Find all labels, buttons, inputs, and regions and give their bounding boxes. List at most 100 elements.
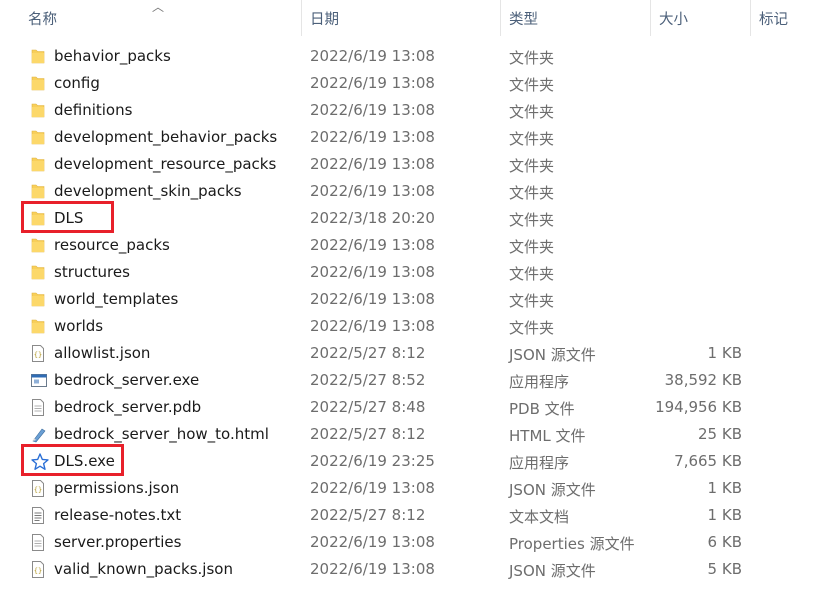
column-header-type[interactable]: 类型: [509, 8, 538, 29]
file-type: 文件夹: [509, 157, 555, 175]
file-name: development_resource_packs: [54, 155, 277, 173]
folder-row[interactable]: structures 2022/6/19 13:08 文件夹: [0, 259, 822, 286]
file-type: 文件夹: [509, 319, 555, 337]
file-row[interactable]: DLS.exe 2022/6/19 23:25 应用程序 7,665 KB: [0, 444, 822, 476]
folder-icon: [31, 264, 45, 281]
file-name: development_behavior_packs: [54, 128, 278, 146]
file-size: 1 KB: [707, 344, 742, 362]
file-type: JSON 源文件: [509, 481, 596, 499]
file-type: JSON 源文件: [509, 562, 596, 580]
file-name: development_skin_packs: [54, 182, 242, 200]
file-size: 25 KB: [698, 425, 742, 443]
column-header-bar: ︿ 名称 日期 类型 大小 标记: [0, 0, 822, 36]
file-row[interactable]: bedrock_server.exe 2022/5/27 8:52 应用程序 38,5…: [0, 367, 822, 394]
file-type: 文件夹: [509, 76, 555, 94]
file-type: 文件夹: [509, 265, 555, 283]
file-type: 应用程序: [509, 373, 570, 391]
document-icon: [31, 399, 45, 416]
file-date: 2022/6/19 13:08: [310, 182, 435, 200]
folder-icon: [31, 291, 45, 308]
column-divider[interactable]: [301, 0, 302, 36]
sort-ascending-icon[interactable]: ︿: [152, 0, 164, 15]
file-row[interactable]: {} valid_known_packs.json 2022/6/19 13:08 J…: [0, 556, 822, 583]
column-header-tags[interactable]: 标记: [759, 8, 788, 29]
file-type: 文件夹: [509, 49, 555, 67]
file-row[interactable]: bedrock_server.pdb 2022/5/27 8:48 PDB 文件 19…: [0, 394, 822, 421]
file-type: 文件夹: [509, 130, 555, 148]
folder-icon: [31, 318, 45, 335]
file-type: 文件夹: [509, 238, 555, 256]
file-date: 2022/6/19 13:08: [310, 47, 435, 65]
column-header-name[interactable]: 名称: [28, 8, 57, 29]
file-row[interactable]: {} allowlist.json 2022/5/27 8:12 JSON 源文件 1 …: [0, 340, 822, 367]
file-name: permissions.json: [54, 479, 180, 497]
folder-row[interactable]: development_behavior_packs 2022/6/19 13:0…: [0, 124, 822, 151]
file-type: 文件夹: [509, 292, 555, 310]
column-divider[interactable]: [500, 0, 501, 36]
red-highlight-box: [21, 201, 114, 233]
folder-row[interactable]: config 2022/6/19 13:08 文件夹: [0, 70, 822, 97]
folder-icon: [31, 102, 45, 119]
file-row[interactable]: {} permissions.json 2022/6/19 13:08 JSON 源文…: [0, 475, 822, 502]
exe-window-icon: [31, 372, 47, 389]
text-file-icon: [31, 507, 45, 524]
folder-row[interactable]: world_templates 2022/6/19 13:08 文件夹: [0, 286, 822, 313]
file-row[interactable]: server.properties 2022/6/19 13:08 Properti…: [0, 529, 822, 556]
file-date: 2022/6/19 13:08: [310, 317, 435, 335]
file-type: HTML 文件: [509, 427, 586, 445]
folder-row[interactable]: development_skin_packs 2022/6/19 13:08 文件夹: [0, 178, 822, 205]
file-name: behavior_packs: [54, 47, 171, 65]
folder-row[interactable]: worlds 2022/6/19 13:08 文件夹: [0, 313, 822, 340]
file-date: 2022/6/19 13:08: [310, 263, 435, 281]
document-icon: [31, 534, 45, 551]
file-type: PDB 文件: [509, 400, 575, 418]
file-name: server.properties: [54, 533, 182, 551]
file-name: structures: [54, 263, 130, 281]
file-size: 194,956 KB: [655, 398, 742, 416]
file-date: 2022/6/19 13:08: [310, 155, 435, 173]
file-name: resource_packs: [54, 236, 170, 254]
file-type: 文件夹: [509, 103, 555, 121]
folder-icon: [31, 75, 45, 92]
file-name: allowlist.json: [54, 344, 151, 362]
file-date: 2022/5/27 8:52: [310, 371, 426, 389]
folder-row[interactable]: definitions 2022/6/19 13:08 文件夹: [0, 97, 822, 124]
folder-row[interactable]: development_resource_packs 2022/6/19 13:0…: [0, 151, 822, 178]
folder-icon: [31, 48, 45, 65]
file-size: 38,592 KB: [664, 371, 742, 389]
file-size: 7,665 KB: [674, 452, 742, 470]
file-date: 2022/6/19 13:08: [310, 101, 435, 119]
folder-icon: [31, 156, 45, 173]
svg-text:{}: {}: [34, 486, 42, 494]
column-divider[interactable]: [750, 0, 751, 36]
file-row[interactable]: release-notes.txt 2022/5/27 8:12 文本文档 1 KB: [0, 502, 822, 529]
file-size: 1 KB: [707, 479, 742, 497]
column-divider[interactable]: [650, 0, 651, 36]
file-size: 1 KB: [707, 506, 742, 524]
file-date: 2022/6/19 13:08: [310, 560, 435, 578]
folder-row[interactable]: resource_packs 2022/6/19 13:08 文件夹: [0, 232, 822, 259]
column-header-date[interactable]: 日期: [310, 8, 339, 29]
file-name: valid_known_packs.json: [54, 560, 233, 578]
column-header-size[interactable]: 大小: [659, 8, 688, 29]
folder-row[interactable]: DLS 2022/3/18 20:20 文件夹: [0, 201, 822, 233]
file-date: 2022/5/27 8:12: [310, 425, 426, 443]
file-type: 文件夹: [509, 184, 555, 202]
folder-icon: [31, 237, 45, 254]
file-name: definitions: [54, 101, 133, 119]
folder-row[interactable]: behavior_packs 2022/6/19 13:08 文件夹: [0, 43, 822, 70]
file-date: 2022/5/27 8:48: [310, 398, 426, 416]
file-date: 2022/6/19 13:08: [310, 479, 435, 497]
file-date: 2022/6/19 13:08: [310, 533, 435, 551]
file-name: bedrock_server.exe: [54, 371, 200, 389]
file-name: bedrock_server.pdb: [54, 398, 202, 416]
json-file-icon: {}: [31, 480, 45, 497]
file-date: 2022/6/19 13:08: [310, 128, 435, 146]
file-date: 2022/6/19 13:08: [310, 290, 435, 308]
file-name: bedrock_server_how_to.html: [54, 425, 269, 443]
file-date: 2022/6/19 13:08: [310, 236, 435, 254]
file-date: 2022/6/19 23:25: [310, 452, 435, 470]
file-type: 文件夹: [509, 211, 555, 229]
file-type: 文本文档: [509, 508, 570, 526]
file-date: 2022/5/27 8:12: [310, 344, 426, 362]
